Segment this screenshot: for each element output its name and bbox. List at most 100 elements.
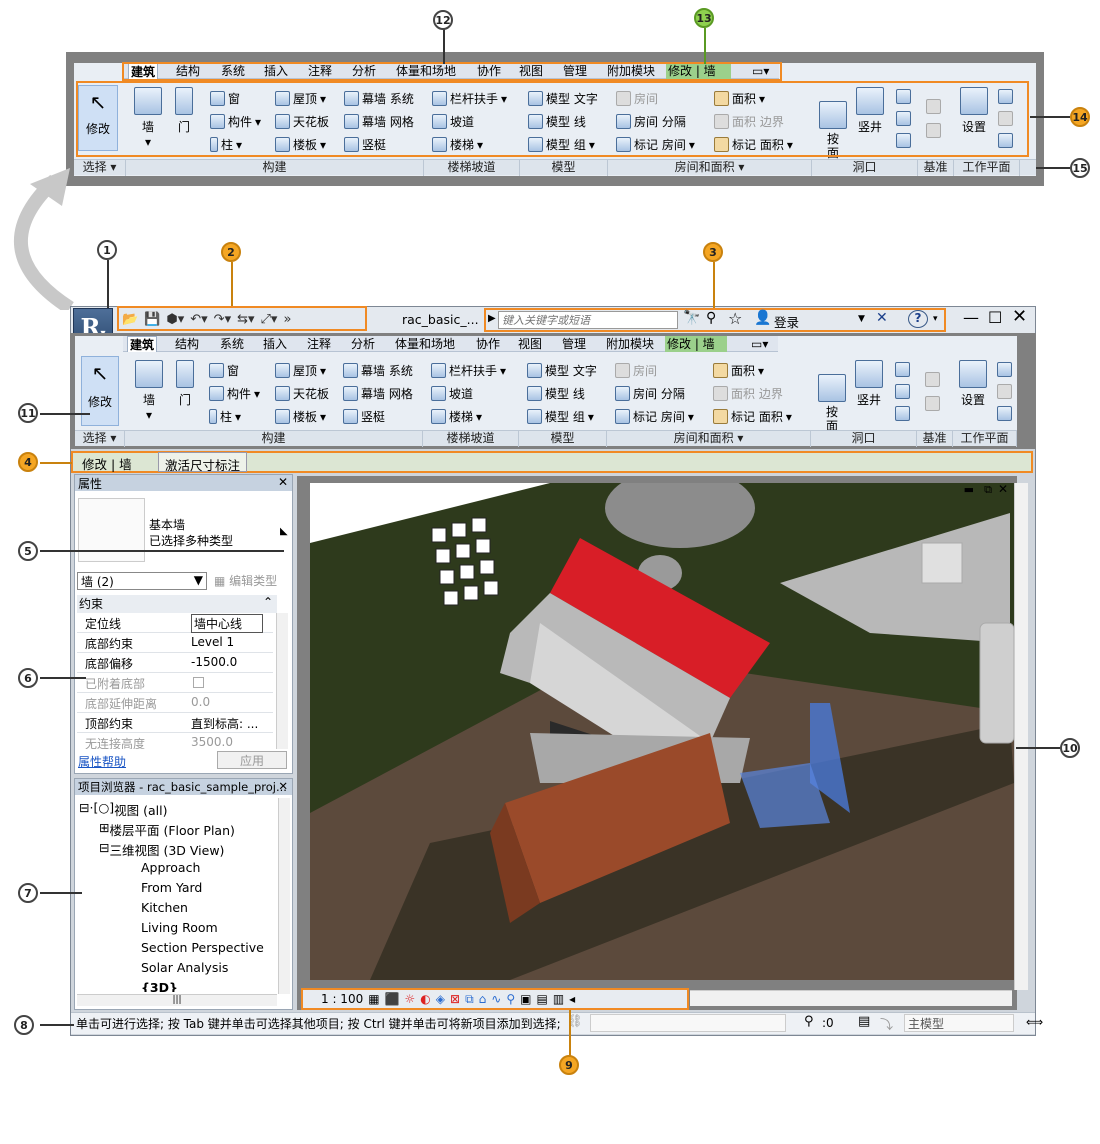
maximize-icon[interactable]: ☐: [988, 308, 1002, 327]
lock-view-icon[interactable]: ⌂: [479, 992, 487, 1006]
view-vscroll[interactable]: [1014, 483, 1028, 990]
tree-view-item[interactable]: From Yard: [141, 880, 202, 895]
tab-modify-wall[interactable]: 修改 | 墙: [665, 336, 727, 352]
design-options-icon[interactable]: ⤵: [880, 1014, 893, 1033]
tab-manage[interactable]: 管理: [560, 336, 588, 352]
show-constraints-icon[interactable]: ◂: [569, 992, 575, 1006]
exchange-icon[interactable]: ✕: [876, 310, 888, 326]
property-value[interactable]: 墙中心线: [191, 614, 263, 633]
properties-help-link[interactable]: 属性帮助: [78, 753, 126, 770]
render-icon[interactable]: ◈: [436, 992, 445, 1006]
instance-selector[interactable]: 墙 (2) ▼: [77, 572, 207, 590]
subscription-icon[interactable]: ⚲: [706, 310, 716, 326]
model-text-button[interactable]: 模型 文字: [527, 362, 597, 379]
tab-architecture[interactable]: 建筑: [127, 336, 158, 352]
help-button[interactable]: ?: [908, 310, 928, 328]
panel-select[interactable]: 选择 ▾: [75, 431, 125, 447]
analysis-icon[interactable]: ▣: [520, 992, 531, 1006]
help-dropdown-icon[interactable]: ▾: [933, 314, 938, 324]
ceiling-button[interactable]: 天花板: [275, 385, 329, 402]
tree-view-item[interactable]: Approach: [141, 860, 200, 875]
property-row[interactable]: 已附着底部: [77, 673, 273, 693]
tab-analyze[interactable]: 分析: [349, 336, 377, 352]
star-icon[interactable]: ☆: [728, 309, 742, 328]
properties-scrollbar[interactable]: [276, 613, 288, 749]
tab-annotate[interactable]: 注释: [305, 336, 333, 352]
sun-path-icon[interactable]: ☼: [405, 992, 416, 1006]
visual-style-icon[interactable]: ⬛: [385, 992, 400, 1006]
dormer-opening-icon[interactable]: [895, 406, 910, 421]
ramp-button[interactable]: 坡道: [431, 385, 473, 402]
activate-dimensions-button[interactable]: 激活尺寸标注: [158, 452, 248, 473]
view-hscroll[interactable]: [690, 990, 1012, 1006]
tree-3d-views[interactable]: ⊟ 三维视图 (3D View): [99, 840, 224, 858]
view-canvas[interactable]: ▬ ⧉ ✕: [310, 483, 1014, 980]
room-separator-button[interactable]: 房间 分隔: [615, 385, 685, 402]
detail-level-icon[interactable]: ▦: [368, 992, 379, 1006]
component-button[interactable]: 构件 ▾: [209, 385, 260, 402]
model-line-button[interactable]: 模型 线: [527, 385, 585, 402]
close-icon[interactable]: ✕: [278, 475, 288, 489]
view-close-icon[interactable]: ✕: [998, 483, 1008, 496]
window-button[interactable]: 窗: [209, 362, 239, 379]
search-input[interactable]: [498, 311, 678, 329]
roof-button[interactable]: 屋顶 ▾: [275, 362, 326, 379]
shadows-icon[interactable]: ◐: [420, 992, 430, 1006]
tree-floor-plans[interactable]: ⊞ 楼层平面 (Floor Plan): [99, 820, 235, 838]
property-value[interactable]: 直到标高: ...: [191, 715, 258, 732]
room-button[interactable]: 房间: [615, 362, 657, 379]
reveal-hidden-icon[interactable]: ⚲: [506, 992, 515, 1006]
tab-insert[interactable]: 插入: [261, 336, 289, 352]
tree-view-item[interactable]: Living Room: [141, 920, 218, 935]
editable-only-icon[interactable]: ▤: [858, 1014, 870, 1029]
viewer-icon[interactable]: [997, 406, 1012, 421]
tab-massing[interactable]: 体量和场地: [393, 336, 457, 352]
tree-view-item[interactable]: Solar Analysis: [141, 960, 228, 975]
curtain-system-button[interactable]: 幕墙 系统: [343, 362, 413, 379]
tab-addins[interactable]: 附加模块: [604, 336, 656, 352]
curtain-grid-button[interactable]: 幕墙 网格: [343, 385, 413, 402]
crop-view-icon[interactable]: ⊠: [450, 992, 460, 1006]
property-row[interactable]: 无连接高度 3500.0: [77, 733, 273, 749]
tree-view-item[interactable]: Section Perspective: [141, 940, 264, 955]
stair-button[interactable]: 楼梯 ▾: [431, 408, 482, 425]
wall-button[interactable]: 墙 ▾: [131, 360, 167, 422]
property-row[interactable]: 定位线 墙中心线: [77, 613, 273, 633]
tree-view-item[interactable]: Kitchen: [141, 900, 188, 915]
property-value[interactable]: 3500.0: [191, 735, 233, 749]
close-icon[interactable]: ✕: [1012, 306, 1027, 327]
checkbox[interactable]: [193, 677, 204, 688]
show-workplane-icon[interactable]: [997, 362, 1012, 377]
constraints-group[interactable]: 约束 ⌃: [77, 595, 277, 613]
railing-button[interactable]: 栏杆扶手 ▾: [431, 362, 506, 379]
modify-button[interactable]: ↖ 修改: [81, 356, 119, 426]
expand-arrow-icon[interactable]: ▶: [488, 313, 496, 324]
model-group-button[interactable]: 模型 组 ▾: [527, 408, 594, 425]
grid-icon[interactable]: [925, 396, 940, 411]
filter-icon[interactable]: ⚲: [804, 1014, 814, 1029]
property-row[interactable]: 底部偏移 -1500.0: [77, 653, 273, 673]
show-crop-icon[interactable]: ⧉: [465, 992, 474, 1007]
main-model-select[interactable]: 主模型: [904, 1014, 1014, 1032]
property-row[interactable]: 底部延伸距离 0.0: [77, 693, 273, 713]
tree-root[interactable]: ⊟·[○] 视图 (all): [79, 800, 167, 818]
vertical-opening-icon[interactable]: [895, 384, 910, 399]
property-row[interactable]: 顶部约束 直到标高: ...: [77, 713, 273, 733]
viewcube[interactable]: [922, 543, 962, 583]
area-button[interactable]: 面积 ▾: [713, 362, 764, 379]
tag-area-button[interactable]: 标记 面积 ▾: [713, 408, 792, 425]
navigation-bar[interactable]: [980, 623, 1014, 743]
browser-vscroll[interactable]: [278, 798, 290, 994]
view-restore-icon[interactable]: ⧉: [984, 483, 992, 497]
view-minimize-icon[interactable]: ▬: [964, 483, 974, 496]
shaft-button[interactable]: 竖井: [853, 360, 885, 408]
view-scale[interactable]: 1 : 100: [321, 992, 363, 1006]
panel-room[interactable]: 房间和面积 ▾: [607, 431, 811, 447]
edit-type-button[interactable]: ▦ 编辑类型: [214, 572, 277, 589]
mullion-button[interactable]: 竖梃: [343, 408, 385, 425]
panel-room[interactable]: 房间和面积 ▾: [608, 160, 812, 176]
login-dropdown-icon[interactable]: ▼: [858, 314, 865, 324]
login-button[interactable]: 登录: [774, 312, 799, 331]
column-button[interactable]: 柱 ▾: [209, 408, 241, 425]
worksets-field[interactable]: [590, 1014, 786, 1032]
